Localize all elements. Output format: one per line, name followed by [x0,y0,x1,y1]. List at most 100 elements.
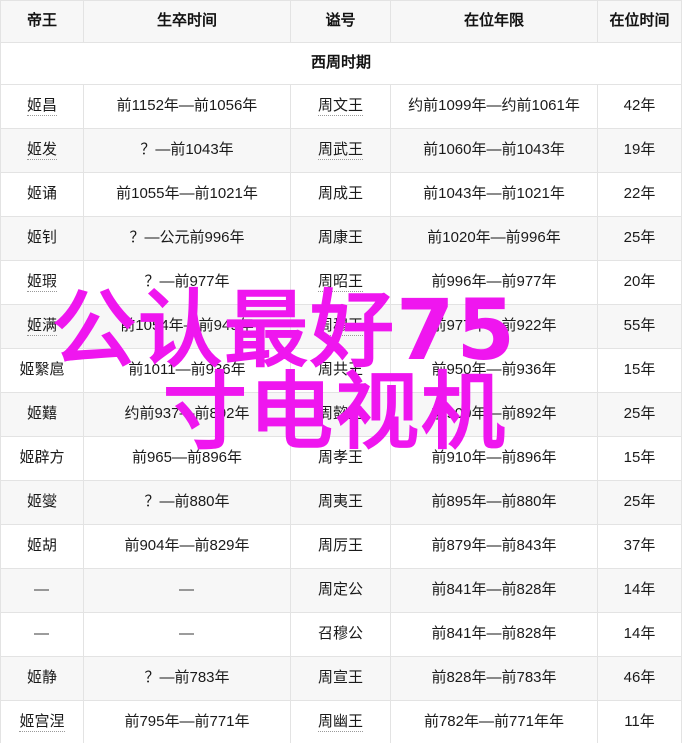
cell-years: 22年 [597,172,682,217]
cell-text: — [34,625,50,643]
linked-term[interactable]: 周幽王 [317,713,363,733]
cell-life: 前795年—前771年 [83,700,291,743]
cell-years: 25年 [597,480,682,525]
cell-years: 25年 [597,216,682,261]
table-row: 姬钊 ？—公元前996年 周康王 前1020年—前996年 25年 [0,216,682,261]
cell-text: ？—公元前996年 [129,229,245,247]
cell-text: 前965—前896年 [131,449,243,467]
cell-temple: 周共王 [290,348,391,393]
cell-text: 25年 [623,229,656,247]
cell-text: — [179,581,195,599]
cell-reign: 前1060年—前1043年 [390,128,598,173]
section-label-western-zhou: 西周时期 [0,42,682,85]
cell-temple[interactable]: 周穆王 [290,304,391,349]
cell-temple[interactable]: 周文王 [290,84,391,129]
table-row: 姬宫涅 前795年—前771年 周幽王 前782年—前771年年 11年 [0,700,682,743]
cell-text: 前1152年—前1056年 [116,97,258,115]
cell-reign: 前977年—前922年 [390,304,598,349]
cell-text: 姬燮 [26,493,57,511]
cell-name[interactable]: 姬满 [0,304,84,349]
cell-name: 姬胡 [0,524,84,569]
cell-text: 周宣王 [317,669,363,687]
cell-text: — [34,581,50,599]
cell-name: 姬燮 [0,480,84,525]
cell-years: 37年 [597,524,682,569]
cell-temple: 周孝王 [290,436,391,481]
cell-name: 姬囏 [0,392,84,437]
cell-text: 15年 [623,449,656,467]
cell-years: 42年 [597,84,682,129]
linked-term[interactable]: 姬宫涅 [19,713,65,733]
cell-temple[interactable]: 周幽王 [290,700,391,743]
cell-text: 19年 [623,141,656,159]
cell-temple[interactable]: 周昭王 [290,260,391,305]
cell-text: ？—前783年 [144,669,230,687]
linked-term[interactable]: 周穆王 [317,317,363,337]
linked-term[interactable]: 姬满 [26,317,57,337]
cell-text: 约前1099年—约前1061年 [408,97,580,115]
cell-reign: 前828年—前783年 [390,656,598,701]
cell-reign: 前782年—前771年年 [390,700,598,743]
section-header-row: 西周时期 [0,42,682,85]
cell-years: 25年 [597,392,682,437]
cell-text: 召穆公 [317,625,363,643]
cell-text: 15年 [623,361,656,379]
cell-text: 周夷王 [317,493,363,511]
cell-name: — [0,568,84,613]
cell-name[interactable]: 姬瑕 [0,260,84,305]
cell-text: 前977年—前922年 [431,317,557,335]
linked-term[interactable]: 周昭王 [317,273,363,293]
column-header-temple: 谥号 [290,0,391,43]
cell-text: ？—前977年 [144,273,230,291]
cell-life: 前1152年—前1056年 [83,84,291,129]
cell-years: 14年 [597,568,682,613]
cell-text: 周成王 [317,185,363,203]
cell-reign: 前841年—前828年 [390,568,598,613]
cell-temple: 周厉王 [290,524,391,569]
cell-reign: 前841年—前828年 [390,612,598,657]
cell-text: 25年 [623,493,656,511]
cell-text: 14年 [623,581,656,599]
linked-term[interactable]: 周武王 [317,141,363,161]
cell-life: — [83,568,291,613]
table-row: — — 召穆公 前841年—前828年 14年 [0,612,682,657]
cell-text: 22年 [623,185,656,203]
linked-term[interactable]: 周文王 [317,97,363,117]
cell-text: 姬辟方 [19,449,65,467]
cell-text: 约前937—前892年 [124,405,250,423]
cell-text: 14年 [623,625,656,643]
cell-text: 20年 [623,273,656,291]
table-row: 姬囏 约前937—前892年 周懿王 前900年—前892年 25年 [0,392,682,437]
cell-name[interactable]: 姬发 [0,128,84,173]
cell-text: 姬胡 [26,537,57,555]
table-row: 姬诵 前1055年—前1021年 周成王 前1043年—前1021年 22年 [0,172,682,217]
table-row: 姬满 前1054年—前949年 周穆王 前977年—前922年 55年 [0,304,682,349]
cell-text: 前900年—前892年 [431,405,557,423]
cell-years: 20年 [597,260,682,305]
linked-term[interactable]: 姬发 [26,141,57,161]
cell-life: 前1011—前936年 [83,348,291,393]
cell-temple: 周夷王 [290,480,391,525]
column-header-reign: 在位年限 [390,0,598,43]
cell-text: 前996年—前977年 [431,273,557,291]
cell-life: 前965—前896年 [83,436,291,481]
cell-text: 前1055年—前1021年 [116,185,258,203]
linked-term[interactable]: 姬昌 [26,97,57,117]
cell-years: 46年 [597,656,682,701]
cell-name[interactable]: 姬昌 [0,84,84,129]
cell-reign: 前895年—前880年 [390,480,598,525]
cell-text: 前879年—前843年 [431,537,557,555]
cell-name: 姬钊 [0,216,84,261]
table-row: 姬胡 前904年—前829年 周厉王 前879年—前843年 37年 [0,524,682,569]
cell-text: 55年 [623,317,656,335]
cell-name[interactable]: 姬宫涅 [0,700,84,743]
cell-text: 姬囏 [26,405,57,423]
cell-life: ？—前880年 [83,480,291,525]
cell-temple: 周成王 [290,172,391,217]
linked-term[interactable]: 姬瑕 [26,273,57,293]
cell-text: 周康王 [317,229,363,247]
cell-temple[interactable]: 周武王 [290,128,391,173]
cell-temple: 周懿王 [290,392,391,437]
cell-text: 周厉王 [317,537,363,555]
cell-text: 前1054年—前949年 [120,317,254,335]
